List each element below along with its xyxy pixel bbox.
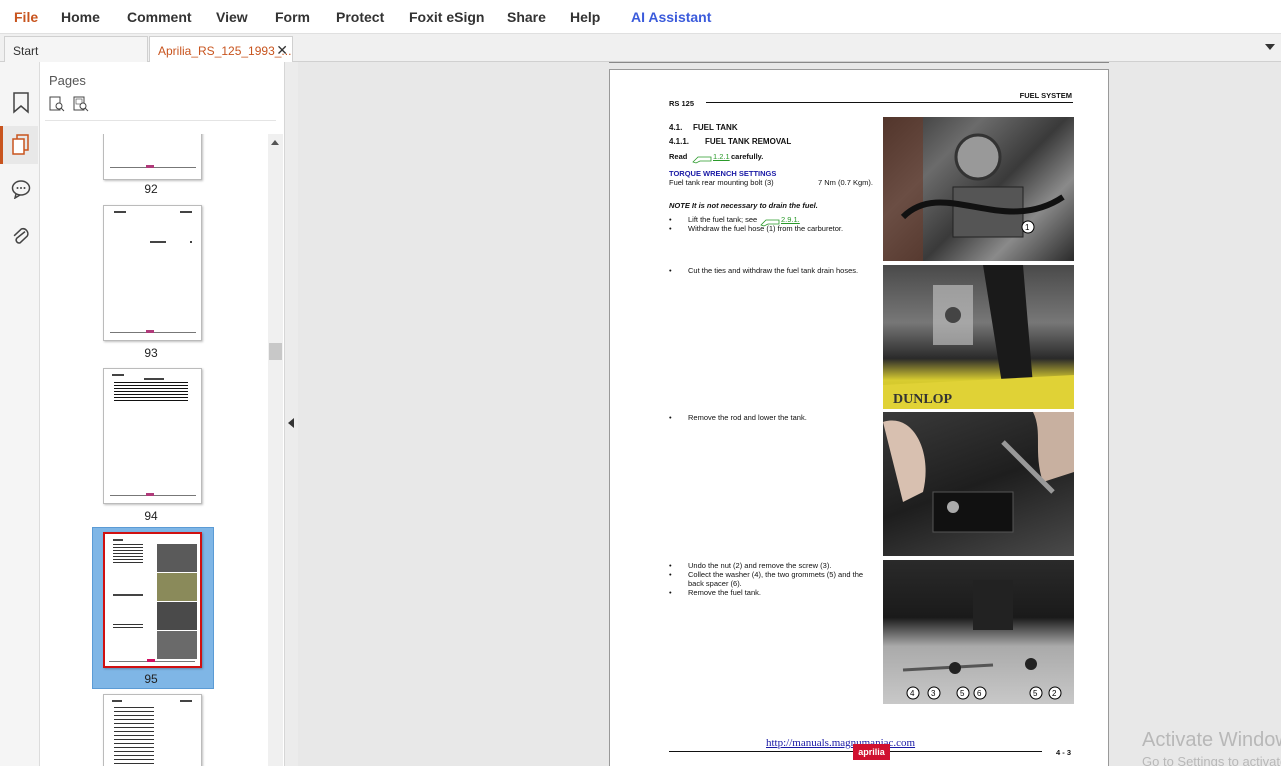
- page-header-left: RS 125: [669, 99, 695, 108]
- activation-watermark-hint: Go to Settings to activate Windows.: [1142, 754, 1281, 766]
- section-title: FUEL TANK: [693, 123, 738, 132]
- thumbnail-page-selected[interactable]: [103, 532, 202, 668]
- callout-label: 1: [1025, 223, 1030, 232]
- activation-watermark: Activate Windows: [1142, 729, 1281, 751]
- subsection-title: FUEL TANK REMOVAL: [705, 137, 792, 146]
- chevron-down-icon[interactable]: [1265, 44, 1275, 50]
- tab-bar: Start Aprilia_RS_125_1993_... ✕: [0, 34, 1281, 62]
- step-collect-washer: Collect the washer (4), the two grommets…: [688, 570, 864, 579]
- thumbnail-label: 92: [144, 182, 158, 196]
- step-withdraw-hose: Withdraw the fuel hose (1) from the carb…: [688, 224, 844, 233]
- navigation-sidebar: [0, 62, 40, 766]
- bullet: •: [669, 570, 672, 579]
- menu-file[interactable]: File: [14, 9, 38, 25]
- menu-view[interactable]: View: [216, 9, 248, 25]
- thumbnail-page[interactable]: [103, 205, 202, 341]
- scroll-up-icon[interactable]: [271, 140, 279, 145]
- photo-carburetor: 1: [883, 117, 1074, 261]
- close-icon[interactable]: ✕: [276, 42, 288, 59]
- hand-pointer-icon: [692, 151, 712, 164]
- menu-bar: File Home Comment View Form Protect Foxi…: [0, 0, 1281, 34]
- photo-rod-removal: [883, 412, 1074, 556]
- step-lift-tank: Lift the fuel tank; see: [688, 215, 758, 224]
- page-number: 4 - 3: [1056, 748, 1072, 757]
- pages-icon[interactable]: [0, 126, 38, 164]
- step-cut-ties: Cut the ties and withdraw the fuel tank …: [688, 266, 859, 275]
- footer-url-link[interactable]: http://manuals.magnumaniac.com: [766, 737, 915, 749]
- step-remove-tank: Remove the fuel tank.: [688, 588, 761, 597]
- photo-drain-hoses: DUNLOP: [883, 265, 1074, 409]
- menu-protect[interactable]: Protect: [336, 9, 384, 25]
- bookmark-icon[interactable]: [4, 84, 38, 122]
- read-tail: carefully.: [731, 152, 764, 161]
- bullet: •: [669, 266, 672, 275]
- panel-toolbar: [49, 96, 89, 117]
- bullet: •: [669, 413, 672, 422]
- previous-page-edge: [609, 62, 1109, 63]
- thumbnail-page[interactable]: [103, 368, 202, 504]
- callout-label: 5: [1033, 689, 1038, 698]
- pages-panel: Pages 92 93 94 95: [40, 62, 284, 766]
- document-page: RS 125 FUEL SYSTEM 4.1. FUEL TANK 4.1.1.…: [609, 69, 1109, 766]
- thumbnail-label: 94: [144, 509, 158, 523]
- thumbnail-scrollbar[interactable]: [268, 134, 283, 766]
- read-label: Read: [669, 152, 688, 161]
- svg-text:DUNLOP: DUNLOP: [893, 392, 953, 407]
- torque-item: Fuel tank rear mounting bolt (3): [669, 178, 774, 187]
- photo-parts-layout: 4 3 5 6 5 2: [883, 560, 1074, 704]
- page-header-right: FUEL SYSTEM: [1019, 91, 1072, 100]
- thumbnail-page[interactable]: [103, 134, 202, 180]
- bullet: •: [669, 588, 672, 597]
- panel-collapse-handle[interactable]: [284, 62, 298, 766]
- section-number: 4.1.: [669, 123, 683, 132]
- menu-help[interactable]: Help: [570, 9, 600, 25]
- bullet: •: [669, 224, 672, 233]
- panel-title: Pages: [49, 73, 86, 88]
- menu-form[interactable]: Form: [275, 9, 310, 25]
- tab-start[interactable]: Start: [4, 36, 148, 62]
- tab-start-label: Start: [13, 44, 39, 58]
- tab-document[interactable]: Aprilia_RS_125_1993_... ✕: [149, 36, 293, 62]
- menu-ai-assistant[interactable]: AI Assistant: [631, 9, 711, 25]
- attachment-icon[interactable]: [4, 218, 38, 256]
- page-options-icon[interactable]: [49, 96, 65, 117]
- comment-icon[interactable]: [4, 170, 38, 208]
- cross-reference-link[interactable]: 2.9.1.: [781, 215, 800, 224]
- step-undo-nut: Undo the nut (2) and remove the screw (3…: [688, 561, 832, 570]
- step-remove-rod: Remove the rod and lower the tank.: [688, 413, 807, 422]
- callout-label: 5: [960, 689, 965, 698]
- cross-reference-link[interactable]: 1.2.1: [713, 152, 730, 161]
- note-text: NOTE It is not necessary to drain the fu…: [669, 201, 818, 210]
- menu-home[interactable]: Home: [61, 9, 100, 25]
- hand-pointer-icon: [760, 214, 780, 227]
- page-zoom-icon[interactable]: [73, 96, 89, 117]
- subsection-number: 4.1.1.: [669, 137, 690, 146]
- callout-label: 4: [910, 689, 915, 698]
- callout-label: 6: [977, 689, 982, 698]
- menu-foxit-esign[interactable]: Foxit eSign: [409, 9, 484, 25]
- callout-label: 3: [931, 689, 936, 698]
- thumbnail-label: 95: [144, 672, 158, 686]
- divider: [45, 120, 276, 121]
- scrollbar-thumb[interactable]: [269, 343, 282, 360]
- callout-label: 2: [1052, 689, 1057, 698]
- thumbnail-label: 93: [144, 346, 158, 360]
- header-rule: [706, 102, 1073, 103]
- step-collect-washer-cont: back spacer (6).: [688, 579, 742, 588]
- thumbnail-page[interactable]: [103, 694, 202, 766]
- menu-comment[interactable]: Comment: [127, 9, 192, 25]
- thumbnail-list: 92 93 94 95: [40, 134, 268, 766]
- menu-share[interactable]: Share: [507, 9, 546, 25]
- torque-value: 7 Nm (0.7 Kgm).: [818, 178, 874, 187]
- torque-title: TORQUE WRENCH SETTINGS: [669, 169, 777, 178]
- collapse-left-icon[interactable]: [288, 418, 294, 428]
- bullet: •: [669, 215, 672, 224]
- document-viewer[interactable]: RS 125 FUEL SYSTEM 4.1. FUEL TANK 4.1.1.…: [298, 62, 1281, 766]
- aprilia-logo: aprilia: [853, 744, 890, 760]
- bullet: •: [669, 561, 672, 570]
- tab-document-label: Aprilia_RS_125_1993_...: [158, 44, 292, 58]
